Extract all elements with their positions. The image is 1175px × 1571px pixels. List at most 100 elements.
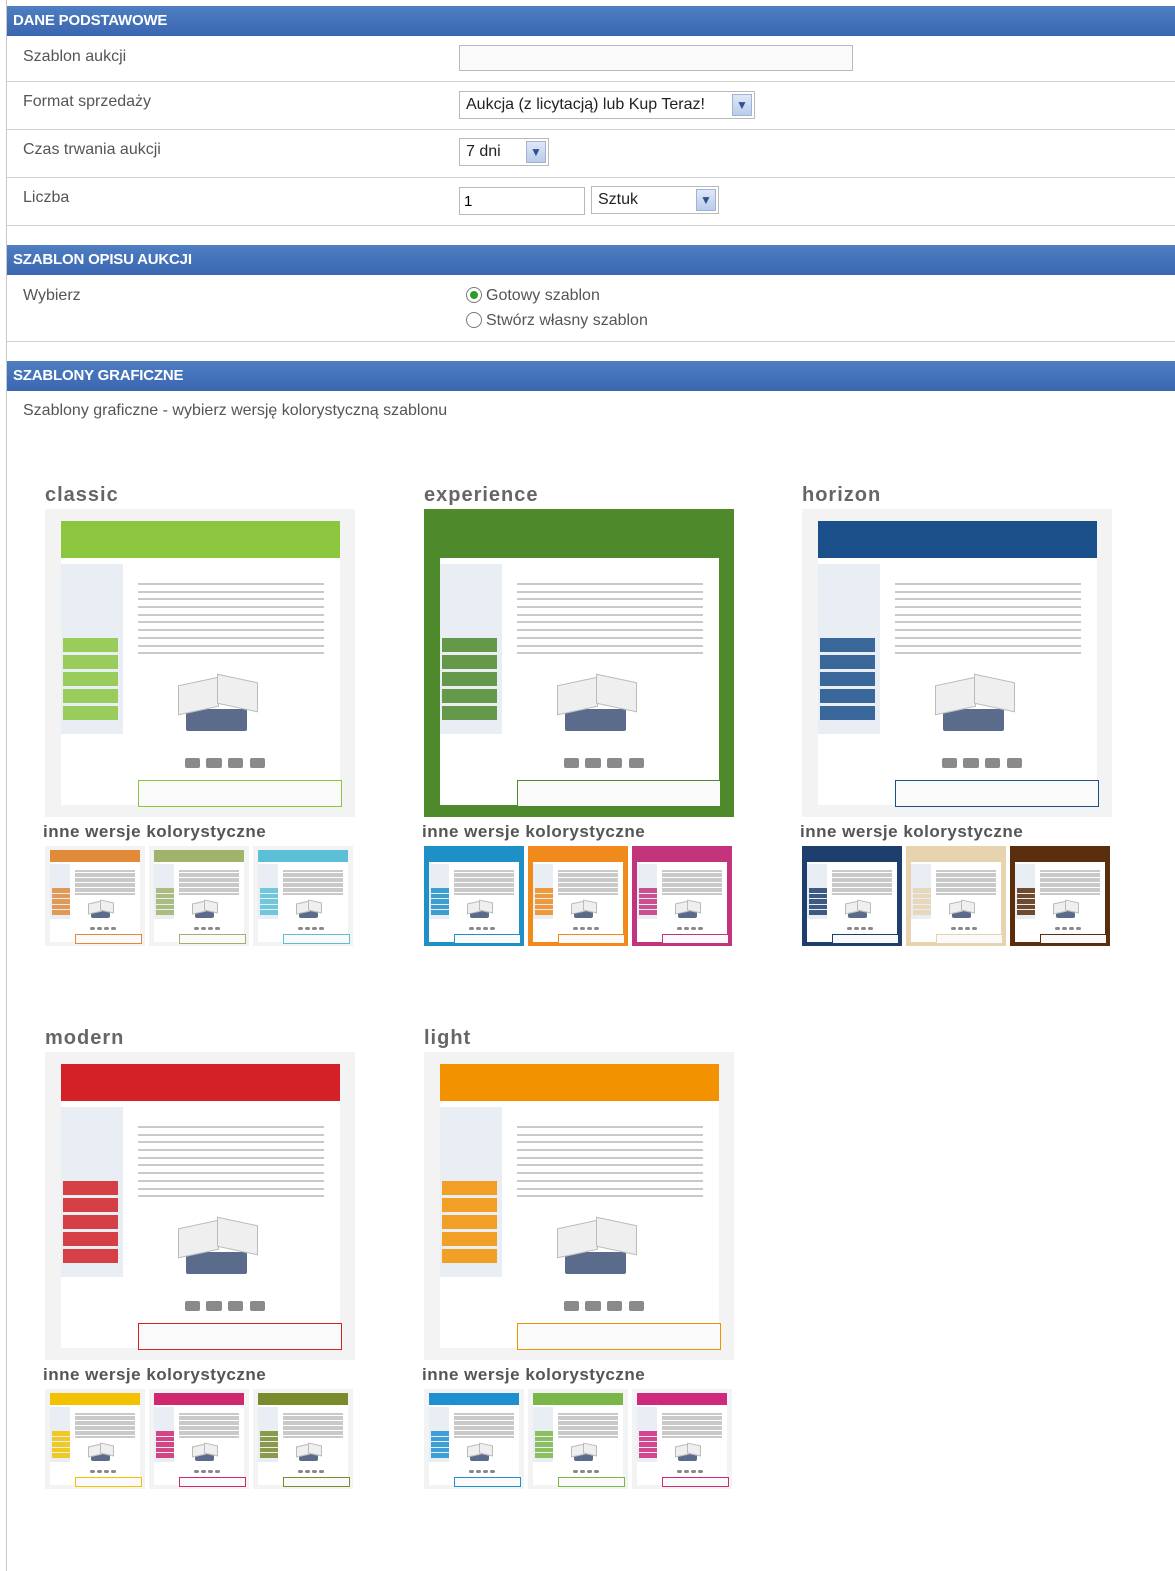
thumbnail-icon [587,1470,592,1473]
preview-text-line [895,652,1081,655]
preview-menu-item [535,893,553,898]
variant-thumbnail-light-2[interactable] [528,1389,628,1489]
section-header-graphic: SZABLONY GRAFICZNE [7,361,1175,391]
thumbnail-icon [249,758,266,768]
variant-thumbnail-modern-1[interactable] [45,1389,145,1489]
variants-label: inne wersje kolorystyczne [422,1365,646,1384]
chevron-down-icon[interactable]: ▼ [526,141,546,163]
radio-unchecked-icon[interactable] [466,311,482,328]
template-title-horizon: horizon [802,484,882,506]
thumbnail-icon [984,758,1001,768]
preview-text-line [138,1141,324,1144]
preview-footer-banner [283,1477,350,1487]
preview-menu-item [913,899,931,904]
template-input[interactable] [459,45,853,71]
variants-label: inne wersje kolorystyczne [422,822,646,841]
thumbnail-icon [312,927,317,930]
preview-text-line [517,1156,703,1159]
preview-menu-item [156,910,174,915]
preview-menu-item [441,689,498,704]
preview-text-line [895,636,1081,639]
preview-page [60,521,342,807]
preview-menu-item [809,899,827,904]
thumbnail-icon [227,758,244,768]
thumbnail-icon [677,1470,682,1473]
preview-menu-item [535,1431,553,1436]
variants-label: inne wersje kolorystyczne [43,1365,267,1384]
preview-text-line [283,892,343,895]
preview-page [429,850,521,944]
radio-checked-icon[interactable] [466,286,482,303]
variant-thumbnail-classic-2[interactable] [149,846,249,946]
preview-header-band [911,850,1001,862]
preview-text-line [179,892,239,895]
auction-form-page: DANE PODSTAWOWE Szablon aukcji Format sp… [6,0,1175,1571]
preview-header-band [154,850,244,862]
preview-menu-item [52,899,70,904]
preview-footer-banner [179,934,246,944]
preview-menu-item [639,910,657,915]
preview-menu-item [431,904,449,909]
preview-menu-item [156,904,174,909]
variant-thumbnail-experience-1[interactable] [424,846,524,946]
preview-menu-item [260,904,278,909]
preview-text-line [662,892,722,895]
variant-thumbnail-classic-3[interactable] [253,846,353,946]
template-preview-horizon[interactable] [802,509,1112,817]
variant-thumbnail-experience-2[interactable] [528,846,628,946]
preview-text-line [454,892,514,895]
variant-thumbnail-horizon-3[interactable] [1010,846,1110,946]
quantity-input[interactable] [459,187,585,215]
variant-thumbnail-modern-3[interactable] [253,1389,353,1489]
preview-menu-item [535,888,553,893]
chevron-down-icon[interactable]: ▼ [732,94,752,116]
thumbnail-icon [847,927,852,930]
preview-header-band [258,1393,348,1405]
book-stack [565,1252,626,1274]
duration-select[interactable]: 7 dni ▼ [459,138,549,166]
variants-label: inne wersje kolorystyczne [800,822,1024,841]
thumbnail-icon [573,1470,578,1473]
template-preview-experience[interactable] [424,509,734,817]
preview-menu-item [639,1431,657,1436]
template-preview-light[interactable] [424,1052,734,1360]
variant-thumbnail-classic-1[interactable] [45,846,145,946]
book-page-right [973,674,1015,713]
template-preview-modern[interactable] [45,1052,355,1360]
preview-menu-item [52,1436,70,1441]
thumbnail-icon [580,1470,585,1473]
book-icon [571,1442,598,1463]
preview-page [154,1393,246,1487]
variant-thumbnail-modern-2[interactable] [149,1389,249,1489]
unit-select[interactable]: Sztuk ▼ [591,186,719,214]
variant-thumbnail-light-3[interactable] [632,1389,732,1489]
variant-thumbnail-horizon-1[interactable] [802,846,902,946]
template-title-classic: classic [45,484,119,506]
preview-text-line [138,1187,324,1190]
radio-ready-template[interactable]: Gotowy szablon [466,285,600,307]
preview-text-line [138,582,324,585]
variant-thumbnail-experience-3[interactable] [632,846,732,946]
preview-menu-item [62,672,119,687]
book-icon [949,899,976,920]
variant-thumbnail-horizon-2[interactable] [906,846,1006,946]
row-template: Szablon aukcji [7,36,1175,82]
radio-own-template[interactable]: Stwórz własny szablon [466,310,648,332]
chevron-down-icon[interactable]: ▼ [696,189,716,211]
preview-footer-banner [558,1477,625,1487]
preview-text-line [895,629,1081,632]
preview-footer-banner [138,1323,342,1350]
book-icon [571,899,598,920]
preview-text-line [138,1125,324,1128]
preview-page [439,1064,721,1350]
thumbnail-icon [594,927,599,930]
preview-text-line [517,1133,703,1136]
preview-header-band [154,1393,244,1405]
preview-menu-item [52,910,70,915]
book-icon [845,899,872,920]
preview-text-line [517,1141,703,1144]
template-preview-classic[interactable] [45,509,355,817]
book-page-right [595,1217,637,1256]
variant-thumbnail-light-1[interactable] [424,1389,524,1489]
format-select[interactable]: Aukcja (z licytacją) lub Kup Teraz! ▼ [459,91,755,119]
